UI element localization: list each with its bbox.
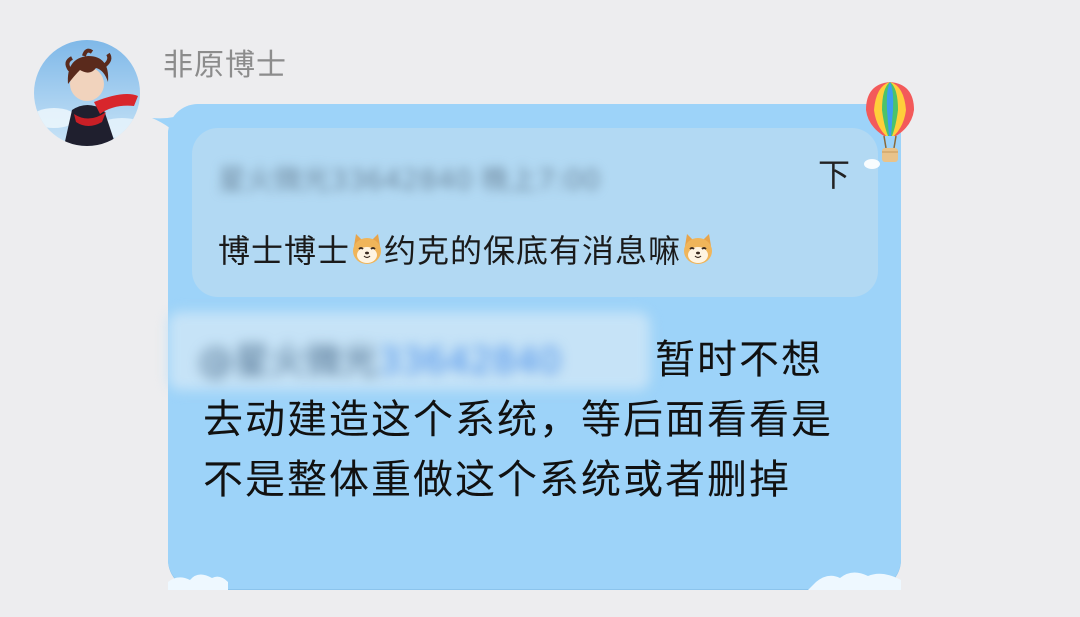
bubble-cloud-decoration — [168, 572, 901, 590]
quoted-message-meta: 星火微光3364284​0 晚上7:00 — [218, 163, 601, 196]
quoted-message-text: 博士博士 约克的保底有消息嘛 — [218, 226, 715, 272]
shiba-emoji-icon — [684, 234, 713, 264]
message-text-line1: 暂时不想 — [655, 337, 823, 383]
quoted-text-part2: 约克的保底有消息嘛 — [384, 232, 682, 270]
avatar[interactable] — [34, 40, 140, 146]
sender-name: 非原博士 — [163, 48, 287, 83]
message-text-body: 去动建造这个系统，等后面看看是不是整体重做这个系统或者删掉 — [203, 397, 833, 503]
hot-air-balloon-icon — [864, 82, 914, 169]
shiba-emoji-icon — [353, 234, 382, 264]
quoted-message-meta-tail: 下 — [818, 156, 851, 194]
message-text: 暂时不想去动建造这个系统，等后面看看是不是整体重做这个系统或者删掉 — [203, 330, 853, 510]
quoted-text-part1: 博士博士 — [218, 232, 351, 270]
avatar-image — [34, 40, 140, 146]
